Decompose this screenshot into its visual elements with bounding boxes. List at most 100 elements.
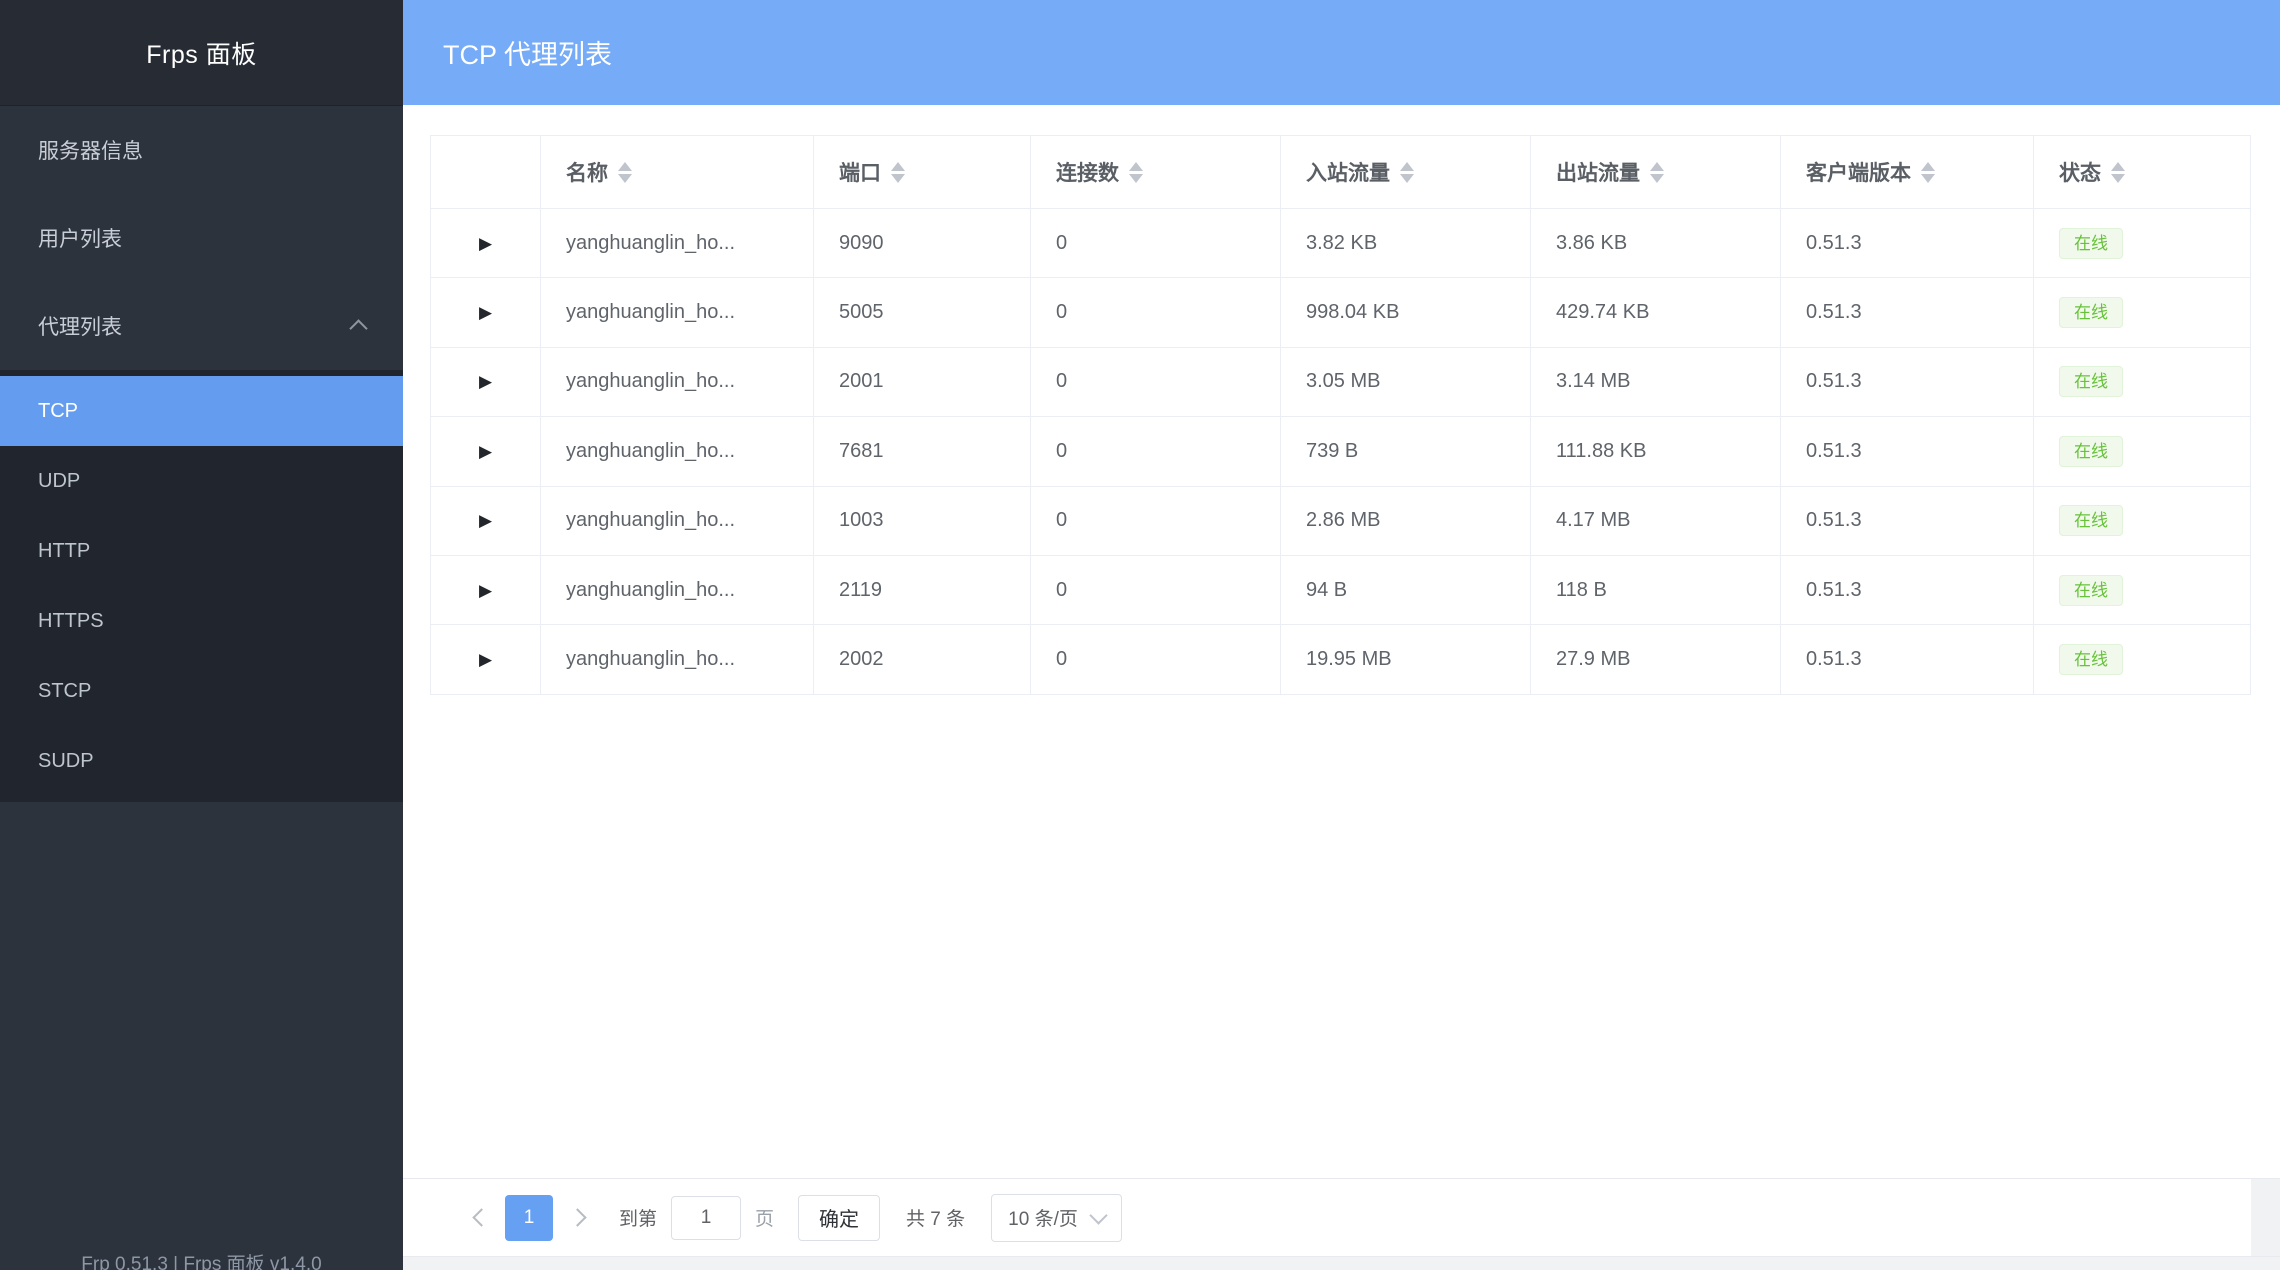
- proxy-submenu: TCP UDP HTTP HTTPS STCP SUDP: [0, 370, 403, 802]
- port-cell: 1003: [814, 487, 1031, 556]
- page-jump-input[interactable]: [671, 1196, 741, 1240]
- connections-cell: 0: [1031, 278, 1281, 347]
- row-expand-arrow-icon[interactable]: ▶: [479, 582, 492, 599]
- port-cell: 2119: [814, 556, 1031, 625]
- column-header-7[interactable]: 状态: [2034, 136, 2250, 209]
- status-badge: 在线: [2059, 644, 2123, 675]
- row-expand-arrow-icon[interactable]: ▶: [479, 235, 492, 252]
- status-cell: 在线: [2034, 278, 2250, 347]
- table-row: ▶yanghuanglin_ho...100302.86 MB4.17 MB0.…: [431, 487, 2250, 556]
- sidebar-item-server-info[interactable]: 服务器信息: [0, 106, 403, 194]
- traffic-in-cell: 2.86 MB: [1281, 487, 1531, 556]
- sort-caret-icon[interactable]: [891, 162, 905, 183]
- port-cell: 2001: [814, 348, 1031, 417]
- row-expand-arrow-icon[interactable]: ▶: [479, 651, 492, 668]
- traffic-out-cell: 3.86 KB: [1531, 209, 1781, 278]
- sort-caret-icon[interactable]: [2111, 162, 2125, 183]
- status-badge: 在线: [2059, 366, 2123, 397]
- name-cell: yanghuanglin_ho...: [541, 556, 814, 625]
- page-background-strip: [403, 1257, 2280, 1270]
- sidebar-item-udp[interactable]: UDP: [0, 446, 403, 516]
- column-header-label: 端口: [839, 157, 881, 187]
- row-expand-arrow-icon[interactable]: ▶: [479, 373, 492, 390]
- sidebar-item-label: 用户列表: [38, 223, 122, 253]
- status-cell: 在线: [2034, 625, 2250, 694]
- sidebar-item-label: 服务器信息: [38, 135, 143, 165]
- expand-cell: ▶: [431, 348, 541, 417]
- sidebar-item-tcp[interactable]: TCP: [0, 376, 403, 446]
- name-cell: yanghuanglin_ho...: [541, 625, 814, 694]
- sort-caret-icon[interactable]: [1650, 162, 1664, 183]
- main-area: TCP 代理列表 名称端口连接数入站流量出站流量客户端版本状态 ▶yanghua…: [403, 0, 2280, 1270]
- status-cell: 在线: [2034, 487, 2250, 556]
- port-cell: 9090: [814, 209, 1031, 278]
- sort-caret-icon[interactable]: [618, 162, 632, 183]
- frps-dashboard: Frps 面板 服务器信息 用户列表 代理列表 TCP UDP HTTP: [0, 0, 2280, 1270]
- column-header-5[interactable]: 出站流量: [1531, 136, 1781, 209]
- row-expand-arrow-icon[interactable]: ▶: [479, 512, 492, 529]
- sidebar-item-https[interactable]: HTTPS: [0, 586, 403, 656]
- table-row: ▶yanghuanglin_ho...909003.82 KB3.86 KB0.…: [431, 209, 2250, 278]
- table-row: ▶yanghuanglin_ho...200103.05 MB3.14 MB0.…: [431, 348, 2250, 417]
- status-cell: 在线: [2034, 209, 2250, 278]
- page-size-select[interactable]: 10 条/页: [991, 1194, 1122, 1242]
- column-header-1[interactable]: 名称: [541, 136, 814, 209]
- traffic-out-cell: 111.88 KB: [1531, 417, 1781, 486]
- chevron-up-icon: [349, 319, 367, 337]
- column-header-3[interactable]: 连接数: [1031, 136, 1281, 209]
- empty-space: [403, 695, 2280, 1178]
- sidebar-item-http[interactable]: HTTP: [0, 516, 403, 586]
- traffic-in-cell: 3.82 KB: [1281, 209, 1531, 278]
- connections-cell: 0: [1031, 556, 1281, 625]
- expand-cell: ▶: [431, 417, 541, 486]
- version-cell: 0.51.3: [1781, 556, 2034, 625]
- table-header-row: 名称端口 连接数 入站流量 出站流量 客户端版本状态: [431, 136, 2250, 209]
- row-expand-arrow-icon[interactable]: ▶: [479, 443, 492, 460]
- column-header-label: 出站流量: [1556, 157, 1640, 187]
- sidebar-item-label: HTTPS: [38, 610, 104, 633]
- traffic-out-cell: 118 B: [1531, 556, 1781, 625]
- sidebar-item-label: STCP: [38, 680, 91, 703]
- column-header-6[interactable]: 客户端版本: [1781, 136, 2034, 209]
- version-cell: 0.51.3: [1781, 487, 2034, 556]
- proxy-table: 名称端口连接数入站流量出站流量客户端版本状态 ▶yanghuanglin_ho.…: [430, 135, 2251, 695]
- version-cell: 0.51.3: [1781, 278, 2034, 347]
- next-page-button[interactable]: [557, 1195, 597, 1241]
- content-area: 名称端口连接数入站流量出站流量客户端版本状态 ▶yanghuanglin_ho.…: [403, 105, 2280, 1270]
- table-body: ▶yanghuanglin_ho...909003.82 KB3.86 KB0.…: [431, 209, 2250, 695]
- sidebar-item-stcp[interactable]: STCP: [0, 656, 403, 726]
- sort-caret-icon[interactable]: [1129, 162, 1143, 183]
- table-row: ▶yanghuanglin_ho...50050998.04 KB429.74 …: [431, 278, 2250, 347]
- confirm-button[interactable]: 确定: [798, 1195, 880, 1241]
- column-header-label: 状态: [2059, 157, 2101, 187]
- sidebar-item-label: TCP: [38, 400, 78, 423]
- sidebar-item-label: 代理列表: [38, 311, 122, 341]
- sort-caret-icon[interactable]: [1400, 162, 1414, 183]
- chevron-down-icon: [1089, 1206, 1107, 1224]
- expand-cell: ▶: [431, 209, 541, 278]
- traffic-in-cell: 19.95 MB: [1281, 625, 1531, 694]
- sidebar-item-label: UDP: [38, 470, 80, 493]
- status-badge: 在线: [2059, 228, 2123, 259]
- chevron-right-icon: [568, 1208, 586, 1226]
- column-header-label: 入站流量: [1306, 157, 1390, 187]
- page-size-value: 10 条/页: [1008, 1204, 1078, 1231]
- connections-cell: 0: [1031, 487, 1281, 556]
- column-header-4[interactable]: 入站流量: [1281, 136, 1531, 209]
- column-header-label: 连接数: [1056, 157, 1119, 187]
- sidebar-item-sudp[interactable]: SUDP: [0, 726, 403, 796]
- column-header-expand: [431, 136, 541, 209]
- sidebar-item-label: SUDP: [38, 750, 94, 773]
- version-cell: 0.51.3: [1781, 209, 2034, 278]
- prev-page-button[interactable]: [461, 1195, 501, 1241]
- traffic-in-cell: 739 B: [1281, 417, 1531, 486]
- sidebar-item-user-list[interactable]: 用户列表: [0, 194, 403, 282]
- status-badge: 在线: [2059, 436, 2123, 467]
- sidebar-menu: 服务器信息 用户列表 代理列表 TCP UDP HTTP H: [0, 106, 403, 802]
- row-expand-arrow-icon[interactable]: ▶: [479, 304, 492, 321]
- sort-caret-icon[interactable]: [1921, 162, 1935, 183]
- traffic-in-cell: 94 B: [1281, 556, 1531, 625]
- column-header-2[interactable]: 端口: [814, 136, 1031, 209]
- sidebar-item-proxy-list[interactable]: 代理列表: [0, 282, 403, 370]
- page-number-button[interactable]: 1: [505, 1195, 553, 1241]
